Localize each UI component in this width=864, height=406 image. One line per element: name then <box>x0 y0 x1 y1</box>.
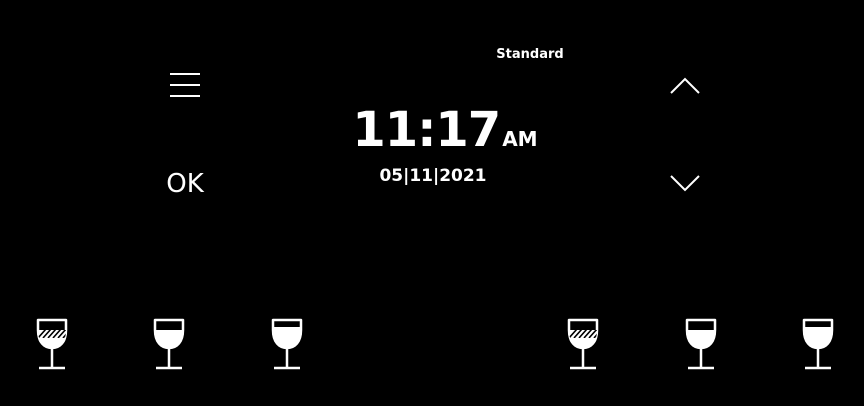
wine-glass-partial-icon <box>802 318 834 370</box>
zone-right-glass-2[interactable] <box>681 316 721 372</box>
wine-glass-hatched-icon <box>36 318 68 370</box>
zone-right-glass-3[interactable] <box>798 316 838 372</box>
wine-glass-filled-icon <box>685 318 717 370</box>
time-value: 11:17 <box>352 102 501 158</box>
wine-glass-filled-icon <box>153 318 185 370</box>
clock-date: 05|11|2021 <box>379 166 487 186</box>
mode-label: Standard <box>496 47 564 62</box>
clock-time: 11:17 AM <box>340 102 550 158</box>
zone-right-glass-1[interactable] <box>563 316 603 372</box>
ok-button[interactable]: OK <box>155 166 215 202</box>
wine-glass-partial-icon <box>271 318 303 370</box>
decrease-button[interactable] <box>665 170 705 196</box>
chevron-up-icon <box>670 77 700 94</box>
chevron-down-icon <box>670 175 700 192</box>
zone-left-glass-3[interactable] <box>267 316 307 372</box>
wine-glass-hatched-icon <box>567 318 599 370</box>
increase-button[interactable] <box>665 73 705 99</box>
zone-left-glass-2[interactable] <box>149 316 189 372</box>
time-ampm: AM <box>502 127 538 151</box>
menu-button[interactable] <box>164 70 204 100</box>
zone-left-glass-1[interactable] <box>32 316 72 372</box>
